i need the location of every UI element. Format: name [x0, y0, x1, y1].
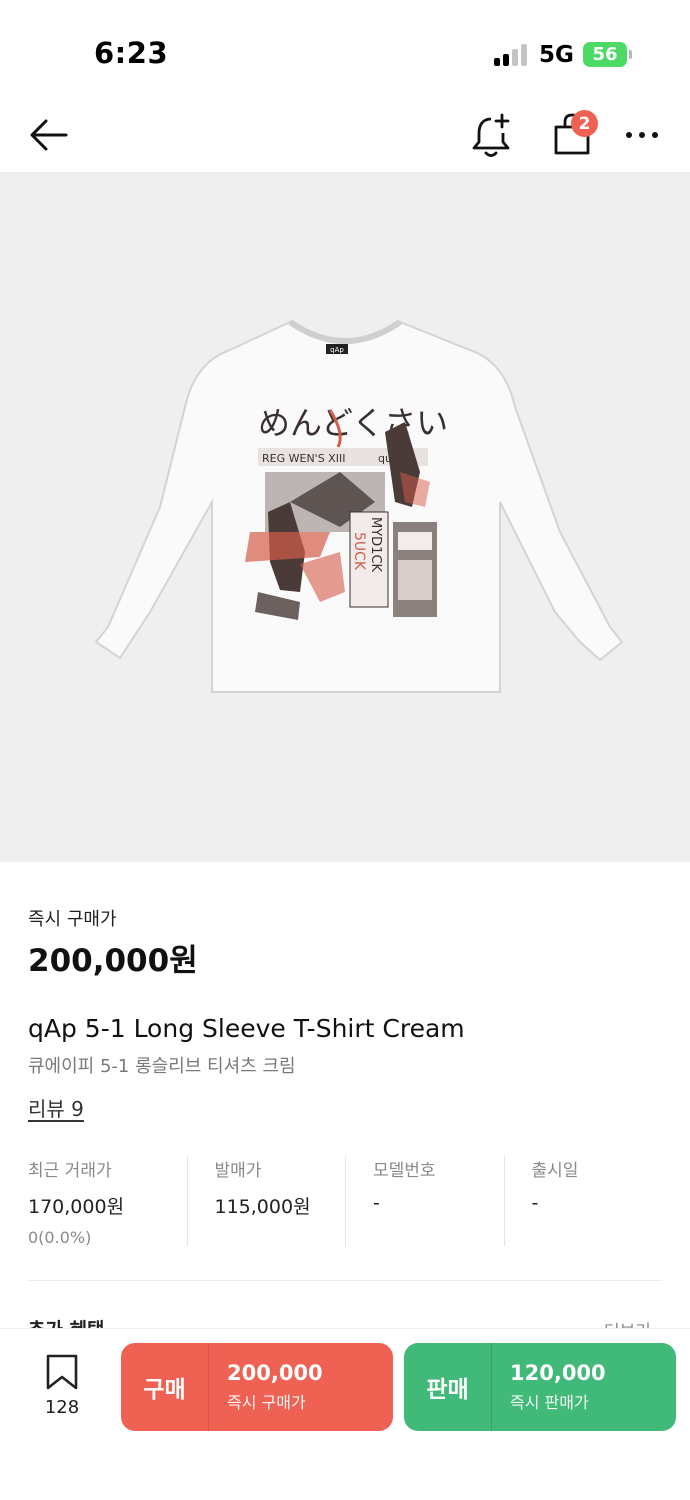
battery-cap [629, 50, 632, 59]
add-alert-button[interactable] [468, 110, 514, 160]
wishlist-count: 128 [44, 1397, 80, 1418]
sell-label: 판매 [404, 1343, 492, 1431]
battery-level: 56 [592, 44, 618, 65]
print-column-b: MYD1CK [368, 517, 383, 573]
stat-recent-price[interactable]: 최근 거래가 170,000원 0(0.0%) [28, 1156, 187, 1247]
more-options-button[interactable] [620, 112, 664, 158]
buy-price: 200,000 [227, 1361, 323, 1385]
stat-value: - [531, 1192, 539, 1214]
instant-buy-price: 200,000원 [28, 943, 198, 979]
sell-button[interactable]: 판매 120,000 즉시 판매가 [404, 1343, 676, 1431]
network-type: 5G [539, 42, 574, 68]
stat-value: 115,000원 [214, 1196, 311, 1218]
section-divider [28, 1280, 662, 1281]
status-time: 6:23 [94, 36, 169, 70]
sell-price: 120,000 [510, 1361, 606, 1385]
stat-value: 170,000원 [28, 1196, 125, 1218]
instant-buy-label: 즉시 구매가 [28, 909, 117, 930]
back-button[interactable] [26, 112, 72, 158]
product-image[interactable]: qAp めんどくさい REG WEN'S XIII qualia 5UCK MY… [0, 172, 690, 862]
cart-count-badge: 2 [571, 110, 598, 137]
arrow-left-icon [30, 119, 68, 151]
stat-release-price: 발매가 115,000원 [186, 1156, 346, 1246]
more-horizontal-icon [626, 132, 658, 138]
battery-icon: 56 [583, 42, 627, 67]
wishlist-button[interactable]: 128 [32, 1353, 92, 1423]
stat-model-number: 모델번호 - [345, 1156, 504, 1246]
product-title-ko: 큐에이피 5-1 롱슬리브 티셔츠 크림 [28, 1056, 296, 1077]
shirt-illustration: qAp めんどくさい REG WEN'S XIII qualia 5UCK MY… [94, 319, 624, 693]
product-title-en: qAp 5-1 Long Sleeve T-Shirt Cream [28, 1014, 465, 1043]
print-headline: めんどくさい [258, 404, 448, 442]
stat-label: 모델번호 [373, 1161, 436, 1181]
review-link[interactable]: 리뷰 9 [28, 1093, 84, 1122]
buy-price-block: 200,000 즉시 구매가 [209, 1361, 323, 1413]
stat-value: - [373, 1192, 380, 1214]
sell-price-block: 120,000 즉시 판매가 [492, 1361, 606, 1413]
bell-plus-icon [472, 113, 510, 157]
print-banner-text: REG WEN'S XIII [262, 452, 345, 465]
stat-change: 0(0.0%) [28, 1228, 92, 1247]
bottom-action-bar: 128 구매 200,000 즉시 구매가 판매 120,000 즉시 판매가 [0, 1328, 690, 1500]
stat-release-date: 출시일 - [503, 1156, 663, 1246]
buy-label: 구매 [121, 1343, 209, 1431]
buy-sub-label: 즉시 구매가 [227, 1393, 306, 1412]
status-bar: 6:23 5G 56 [0, 0, 690, 100]
product-stats: 최근 거래가 170,000원 0(0.0%) 발매가 115,000원 모델번… [28, 1156, 662, 1248]
stat-label: 발매가 [214, 1161, 262, 1181]
cellular-signal-icon [494, 44, 530, 66]
sell-sub-label: 즉시 판매가 [510, 1393, 589, 1412]
bookmark-icon [46, 1354, 78, 1390]
shirt-brand-tag: qAp [330, 346, 344, 354]
stat-label: 최근 거래가 [28, 1161, 112, 1181]
stat-label: 출시일 [531, 1161, 579, 1181]
buy-button[interactable]: 구매 200,000 즉시 구매가 [121, 1343, 393, 1431]
print-column-a: 5UCK [351, 532, 367, 571]
